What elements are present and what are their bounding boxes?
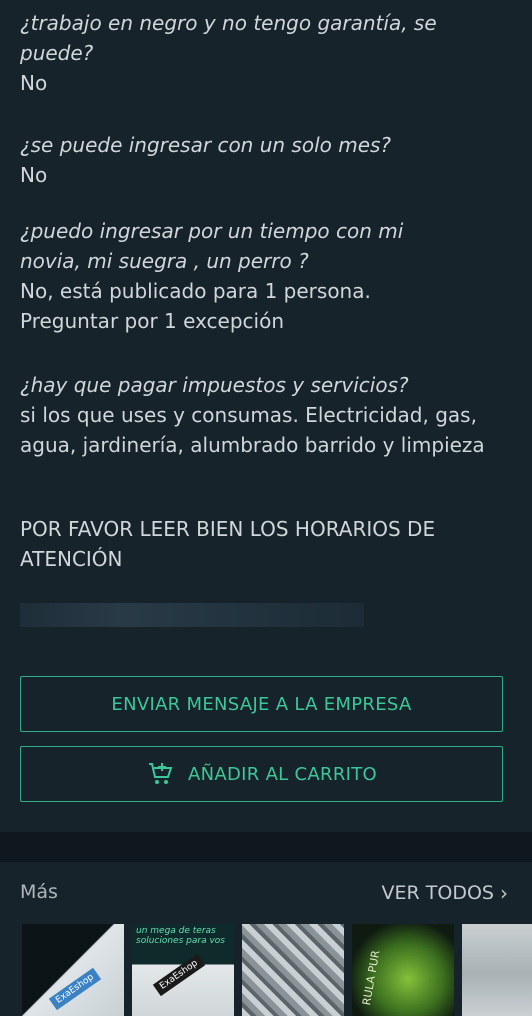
faq-question: ¿puedo ingresar por un tiempo con mi nov… — [20, 219, 404, 273]
hours-notice: POR FAVOR LEER BIEN LOS HORARIOS DE ATEN… — [20, 517, 436, 571]
send-message-button[interactable]: ENVIAR MENSAJE A LA EMPRESA — [20, 676, 503, 732]
thumb-caption: un mega de teras soluciones para vos — [136, 926, 225, 946]
faq-item: ¿hay que pagar impuestos y servicios? si… — [20, 370, 516, 460]
add-to-cart-button[interactable]: AÑADIR AL CARRITO — [20, 746, 503, 802]
faq-answer: No — [20, 163, 48, 187]
send-message-label: ENVIAR MENSAJE A LA EMPRESA — [111, 693, 412, 715]
thumb-badge: ExaEshop — [48, 967, 101, 1011]
faq-question: ¿trabajo en negro y no tengo garantía, s… — [20, 11, 437, 65]
redacted-text — [20, 603, 364, 627]
faq-answer: No, está publicado para 1 persona. Pregu… — [20, 279, 371, 333]
section-divider — [0, 832, 532, 862]
thumb-badge: ExaEshop — [152, 953, 205, 997]
faq-answer: No — [20, 71, 48, 95]
product-carousel[interactable]: ExaEshop un mega de teras soluciones par… — [22, 924, 532, 1016]
product-thumb-4[interactable]: RULA PUR — [352, 924, 454, 1016]
chevron-right-icon: › — [500, 881, 508, 905]
see-all-link[interactable]: VER TODOS › — [382, 881, 508, 905]
see-all-label: VER TODOS — [381, 882, 494, 904]
thumb-caption: RULA PUR — [360, 949, 383, 1007]
more-section: Más VER TODOS › ExaEshop un mega de tera… — [0, 862, 532, 1016]
product-thumb-3[interactable] — [242, 924, 344, 1016]
faq-item: ¿puedo ingresar por un tiempo con mi nov… — [20, 216, 516, 336]
faq-item: ¿se puede ingresar con un solo mes? No — [20, 130, 516, 190]
faq-question: ¿se puede ingresar con un solo mes? — [20, 133, 392, 157]
faq-question: ¿hay que pagar impuestos y servicios? — [20, 373, 409, 397]
faq-answer: si los que uses y consumas. Electricidad… — [20, 403, 485, 457]
add-to-cart-label: AÑADIR AL CARRITO — [187, 763, 378, 785]
more-title: Más — [20, 881, 58, 903]
add-cart-icon — [148, 763, 173, 784]
product-thumb-5[interactable] — [462, 924, 532, 1016]
faq-item: ¿trabajo en negro y no tengo garantía, s… — [20, 8, 516, 98]
product-thumb-2[interactable]: un mega de teras soluciones para vos Exa… — [132, 924, 234, 1016]
product-thumb-1[interactable]: ExaEshop — [22, 924, 124, 1016]
